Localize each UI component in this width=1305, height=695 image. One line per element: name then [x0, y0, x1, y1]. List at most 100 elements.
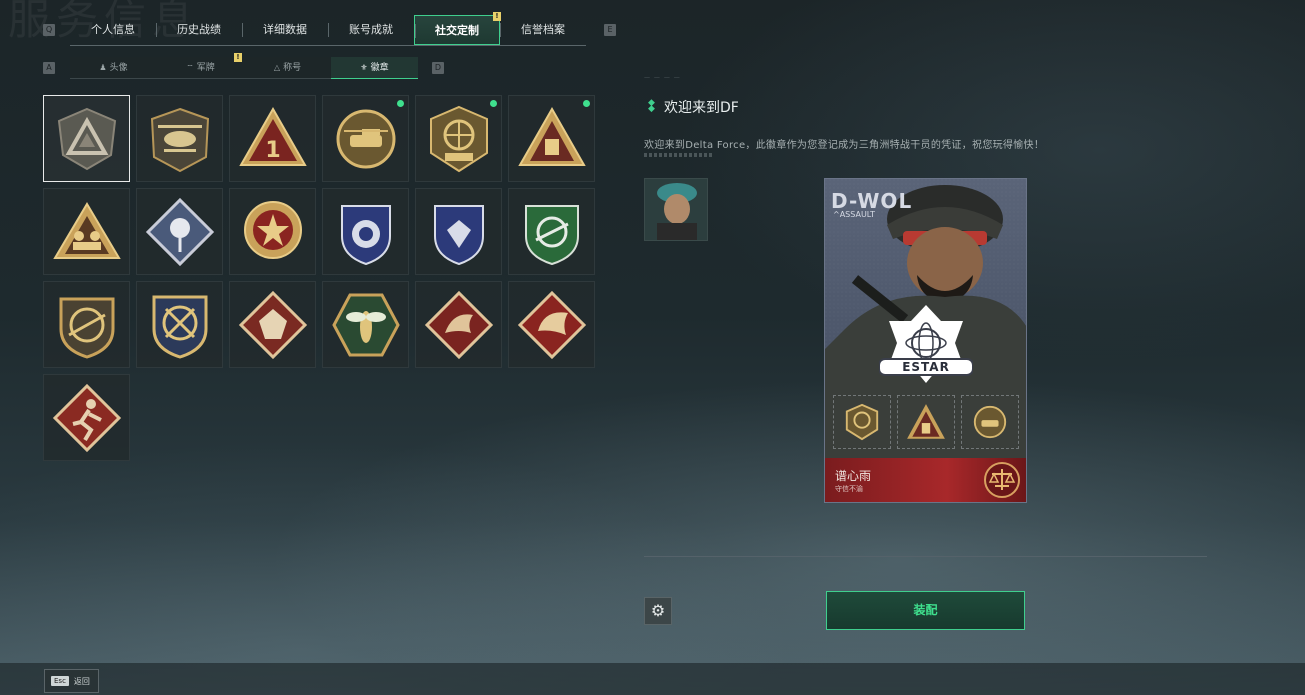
badge-soldiers-triangle[interactable]	[43, 188, 130, 275]
triangle-crate-badge-icon	[907, 404, 945, 439]
operator-card: D-WOL ^ASSAULT ESTAR 谱心雨 守信不渝	[824, 178, 1027, 503]
operator-portrait-icon	[645, 179, 707, 240]
badge-description: 欢迎来到Delta Force，此徽章作为您登记成为三角洲特战干员的凭证，祝您玩…	[644, 140, 1045, 151]
delta-force-tank-badge-icon	[973, 405, 1007, 439]
delta-force-tank-badge-icon	[336, 109, 395, 168]
rifle-shield-badge-icon	[59, 297, 114, 359]
player-subtitle: 守信不渝	[835, 485, 863, 493]
dragon-diamond-badge-icon	[424, 290, 493, 359]
dogtag-notice-badge: !	[234, 53, 242, 62]
player-avatar[interactable]	[644, 178, 708, 241]
subtab-dogtag-label: 军牌	[196, 63, 215, 73]
triangle-icon: △	[273, 63, 281, 72]
badge-grid: 1	[43, 95, 595, 461]
card-badge-slot-3	[961, 395, 1019, 449]
tab-social-customization[interactable]: 社交定制	[414, 15, 500, 45]
assault-icon: ^	[833, 210, 840, 219]
back-label: 返回	[73, 676, 90, 686]
badge-star-medal[interactable]	[229, 188, 316, 275]
star-medal-badge-icon	[243, 200, 302, 259]
badge-dragon-diamond[interactable]	[415, 281, 502, 368]
badge-rifle-shield[interactable]	[43, 281, 130, 368]
badge-triangle-crate[interactable]	[508, 95, 595, 182]
number-one-triangle-badge-icon: 1	[238, 106, 307, 166]
panel-tag: — — — —	[644, 74, 681, 81]
settings-button[interactable]: ⚙	[644, 597, 672, 625]
subtab-badge-label: 徽章	[370, 63, 389, 73]
badge-blue-gem-shield[interactable]	[415, 188, 502, 275]
badge-crossed-swords[interactable]	[136, 281, 223, 368]
sub-tab-bar: ♟ 头像 ⌔ 军牌 △ 称号 ⚜ 徽章	[70, 57, 418, 79]
delta-force-2026-badge-icon	[845, 403, 879, 441]
tab-account-achievements[interactable]: 账号成就	[328, 15, 414, 45]
next-tab-key-hint: E	[604, 24, 616, 36]
new-indicator	[583, 100, 590, 107]
subtab-avatar-label: 头像	[109, 63, 128, 73]
dogtag-icon: ⌔	[186, 63, 194, 72]
tab-detailed-data[interactable]: 详细数据	[242, 15, 328, 45]
new-indicator	[490, 100, 497, 107]
tab-personal-info[interactable]: 个人信息	[70, 15, 156, 45]
equip-button[interactable]: 装配	[826, 591, 1025, 630]
badge-blue-shield[interactable]	[322, 188, 409, 275]
badge-rose-diamond[interactable]	[136, 188, 223, 275]
player-nameplate: 谱心雨 守信不渝	[825, 458, 1026, 502]
description-underline	[644, 153, 712, 157]
badge-wolf-diamond[interactable]	[229, 281, 316, 368]
top-tab-bar: 个人信息 历史战绩 详细数据 账号成就 社交定制 信誉档案	[70, 15, 586, 46]
new-indicator	[397, 100, 404, 107]
prev-subtab-key-hint: A	[43, 62, 55, 74]
subtab-badge[interactable]: ⚜ 徽章	[331, 57, 418, 79]
badge-dragon-diamond-red[interactable]	[508, 281, 595, 368]
operator-class-label: ASSAULT	[839, 210, 876, 219]
soldiers-triangle-badge-icon	[52, 201, 121, 259]
badge-number-one[interactable]: 1	[229, 95, 316, 182]
subtab-avatar[interactable]: ♟ 头像	[70, 57, 157, 79]
badge-delta-force-tank[interactable]	[322, 95, 409, 182]
title-marker-icon: ◆ ◆	[648, 98, 655, 114]
crossed-swords-badge-icon	[152, 295, 207, 359]
person-icon: ♟	[99, 63, 107, 72]
social-tab-notice-badge: !	[493, 12, 501, 21]
card-badge-slot-1	[833, 395, 891, 449]
badge-helicopter[interactable]	[136, 95, 223, 182]
wolf-diamond-badge-icon	[238, 290, 307, 359]
badge-title: 欢迎来到DF	[664, 100, 739, 116]
player-name: 谱心雨	[835, 469, 872, 483]
delta-triangle-badge-icon	[57, 107, 116, 170]
prev-tab-key-hint: Q	[43, 24, 55, 36]
team-logo-text: ESTAR	[902, 360, 950, 374]
panel-divider	[644, 556, 1207, 557]
badge-delta-triangle[interactable]	[43, 95, 130, 182]
rose-diamond-badge-icon	[145, 197, 214, 266]
bottom-bar	[0, 663, 1305, 695]
delta-force-2026-badge-icon	[429, 105, 488, 172]
svg-text:1: 1	[265, 138, 280, 163]
blue-gem-shield-badge-icon	[433, 204, 484, 265]
badge-delta-force-2026[interactable]	[415, 95, 502, 182]
esc-key-icon: Esc	[51, 676, 69, 686]
badge-wasp-hexagon[interactable]	[322, 281, 409, 368]
runner-diamond-badge-icon	[52, 383, 121, 452]
subtab-title-label: 称号	[283, 63, 302, 73]
operator-class: ^ASSAULT	[833, 210, 875, 219]
next-subtab-key-hint: D	[432, 62, 444, 74]
dragon-diamond-red-badge-icon	[517, 290, 586, 359]
badge-green-rifle-shield[interactable]	[508, 188, 595, 275]
team-logo: ESTAR	[878, 303, 974, 385]
blue-shield-badge-icon	[340, 204, 391, 265]
subtab-dogtag[interactable]: ⌔ 军牌	[157, 57, 244, 79]
wasp-hexagon-badge-icon	[331, 293, 400, 356]
scales-emblem-icon	[984, 462, 1020, 498]
tab-match-history[interactable]: 历史战绩	[156, 15, 242, 45]
gear-icon: ⚙	[650, 601, 666, 620]
subtab-title[interactable]: △ 称号	[244, 57, 331, 79]
back-button[interactable]: Esc 返回	[44, 669, 99, 693]
badge-runner-diamond[interactable]	[43, 374, 130, 461]
triangle-crate-badge-icon	[517, 106, 586, 166]
badge-icon: ⚜	[360, 63, 368, 72]
card-badge-slot-2	[897, 395, 955, 449]
helicopter-badge-icon	[150, 107, 209, 172]
tab-reputation-record[interactable]: 信誉档案	[500, 15, 586, 45]
green-rifle-shield-badge-icon	[524, 204, 579, 265]
